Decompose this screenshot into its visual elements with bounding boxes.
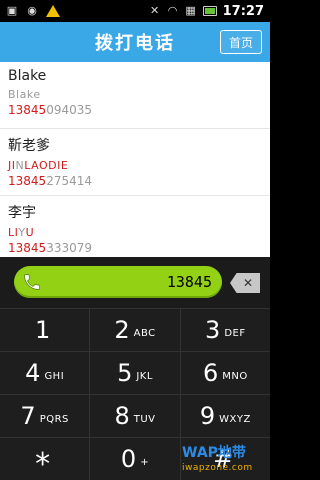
contact-phone: 13845333079 [8, 241, 262, 255]
app-header: 拨打电话 首页 [0, 22, 270, 62]
key-7[interactable]: 7 PQRS [0, 395, 91, 438]
key-5[interactable]: 5 JKL [90, 352, 181, 395]
keypad-row: 1 2 ABC 3 DEF [0, 309, 270, 352]
phone-icon [20, 270, 44, 294]
contact-pinyin: Blake [8, 88, 41, 101]
phone-match: 13845 [8, 103, 47, 117]
key-9[interactable]: 9 WXYZ [180, 395, 270, 438]
keypad-row: 7 PQRS 8 TUV 9 WXYZ [0, 395, 270, 438]
contact-phone: 13845275414 [8, 174, 262, 188]
notification-icon: ▣ [6, 4, 18, 17]
contact-pinyin: LIYU [8, 226, 262, 239]
key-1[interactable]: 1 [0, 309, 91, 352]
contact-phone: 13845094035 [8, 103, 262, 117]
phone-match: 13845 [8, 174, 47, 188]
phone-match: 13845 [8, 241, 47, 255]
pinyin-match: LI [8, 226, 19, 239]
pinyin-match: JI [8, 159, 16, 172]
key-star[interactable]: * [0, 438, 91, 480]
mute-icon: ✕ [150, 4, 160, 17]
dial-input-bar: 13845 ✕ [0, 257, 270, 309]
key-hash[interactable]: # [180, 438, 270, 480]
android-icon: ◉ [27, 4, 37, 17]
key-3[interactable]: 3 DEF [180, 309, 270, 352]
phone-rest: 275414 [46, 174, 92, 188]
contact-name: Blake [8, 68, 47, 84]
contact-list: Blake Blake 13845094035 靳老爹 JINLAODIE 13… [0, 62, 270, 257]
backspace-button[interactable]: ✕ [230, 273, 260, 293]
home-button[interactable]: 首页 [220, 30, 262, 54]
dial-number-display: 13845 [166, 273, 212, 291]
pinyin-rest: U [25, 226, 35, 239]
key-8[interactable]: 8 TUV [90, 395, 181, 438]
contact-pinyin: JINLAODIE [8, 159, 262, 172]
contact-item-jinlaodie[interactable]: 靳老爹 JINLAODIE 13845275414 [0, 129, 270, 196]
key-6[interactable]: 6 MNO [180, 352, 270, 395]
pinyin-mid: N [15, 159, 25, 172]
call-button[interactable]: 13845 [14, 266, 222, 298]
keypad-row: 4 GHI 5 JKL 6 MNO [0, 352, 270, 395]
wifi-icon: ◠ [167, 4, 178, 17]
phone-rest: 094035 [46, 103, 92, 117]
dialer-panel: 13845 ✕ 1 2 ABC 3 DEF 4 GHI 5 JKL 6 MNO 7 PQRS… [0, 257, 270, 480]
pinyin-rest: LAODIE [24, 159, 69, 172]
contact-item-blake[interactable]: Blake Blake 13845094035 [0, 62, 270, 129]
no-signal-icon: ▦ [185, 4, 196, 17]
page-title: 拨打电话 [95, 33, 175, 54]
key-4[interactable]: 4 GHI [0, 352, 91, 395]
keypad: 1 2 ABC 3 DEF 4 GHI 5 JKL 6 MNO 7 PQRS 8 TUV 9W… [0, 309, 270, 480]
status-right-icons: ✕ ◠ ▦ 17:27 [149, 4, 264, 19]
contact-name: 靳老爹 [8, 138, 50, 154]
contact-item-liyu[interactable]: 李宇 LIYU 13845333079 [0, 196, 270, 257]
key-2[interactable]: 2 ABC [90, 309, 181, 352]
key-0[interactable]: 0 + [90, 438, 181, 480]
phone-rest: 333079 [46, 241, 92, 255]
keypad-row: * 0 + # [0, 438, 270, 480]
status-left-icons: ▣ ◉ [6, 5, 60, 17]
battery-icon [202, 6, 217, 16]
contact-name: 李宇 [8, 205, 36, 221]
status-time: 17:27 [222, 3, 264, 19]
warning-icon [46, 5, 60, 17]
pinyin-mid: Y [18, 226, 26, 239]
status-bar: ▣ ◉ ✕ ◠ ▦ 17:27 [0, 0, 270, 22]
backspace-icon: ✕ [242, 276, 254, 290]
